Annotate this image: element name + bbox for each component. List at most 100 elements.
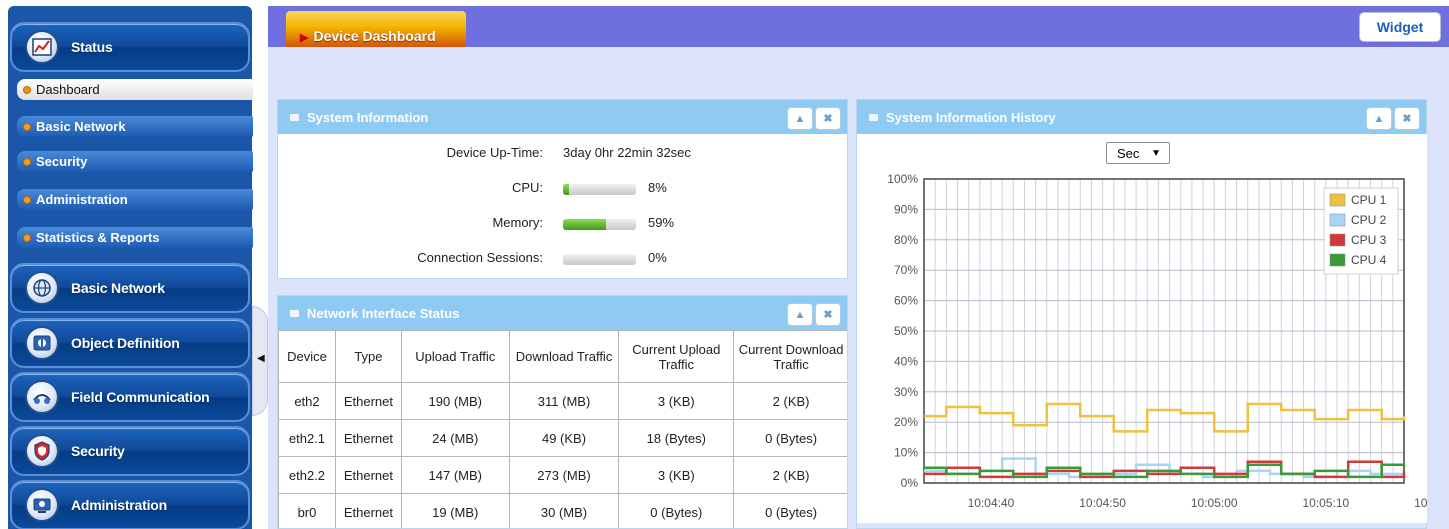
legend-label: CPU 4 <box>1351 253 1387 267</box>
table-cell: eth2.2 <box>278 456 336 494</box>
table-cell: Ethernet <box>334 456 402 494</box>
panel-title: Network Interface Status <box>307 305 460 321</box>
table-cell: 18 (Bytes) <box>618 419 735 457</box>
table-row: eth2 Ethernet 190 (MB) 311 (MB) 3 (KB) 2… <box>278 382 847 420</box>
network-interface-panel: Network Interface Status ▲ ✖ Device Type… <box>277 295 848 529</box>
table-cell: 0 (Bytes) <box>733 493 847 528</box>
sidebar-sub-dashboard[interactable]: Dashboard <box>17 79 253 100</box>
globe-icon <box>25 271 59 305</box>
legend-swatch <box>1329 213 1346 227</box>
tab-label: Device Dashboard <box>313 28 436 44</box>
collapse-panel-button[interactable]: ▲ <box>787 107 813 130</box>
y-tick-label: 90% <box>894 202 918 216</box>
column-header: Device <box>278 330 336 383</box>
sidebar-main-label: Security <box>71 443 125 459</box>
admin-icon <box>25 488 59 522</box>
y-tick-label: 10% <box>894 446 918 460</box>
y-tick-label: 60% <box>894 294 918 308</box>
sidebar: Status Dashboard Basic Network Security … <box>8 6 253 529</box>
x-tick-label: 10:05:20 <box>1414 496 1427 510</box>
column-header: Upload Traffic <box>400 330 510 383</box>
sidebar-status-button[interactable]: Status <box>10 22 250 72</box>
sidebar-main-label: Basic Network <box>71 280 165 296</box>
table-cell: 24 (MB) <box>400 419 510 457</box>
uptime-label: Device Up-Time: <box>446 145 543 160</box>
table-cell: Ethernet <box>334 382 402 420</box>
sidebar-sub-label: Administration <box>36 192 128 207</box>
sidebar-field-communication-button[interactable]: Field Communication <box>10 372 250 422</box>
sidebar-main-label: Administration <box>71 497 167 513</box>
table-cell: 3 (KB) <box>618 382 735 420</box>
sidebar-basic-network-button[interactable]: Basic Network <box>10 263 250 313</box>
sidebar-sub-label: Basic Network <box>36 119 126 134</box>
table-row: br0 Ethernet 19 (MB) 30 (MB) 0 (Bytes) 0… <box>278 493 847 528</box>
sidebar-sub-security[interactable]: Security <box>17 151 253 172</box>
sidebar-sub-label: Security <box>36 154 88 169</box>
table-cell: 49 (KB) <box>508 419 620 457</box>
cpu-percent: 8% <box>648 180 667 195</box>
panel-icon <box>290 309 299 317</box>
sidebar-sub-label: Statistics & Reports <box>36 230 160 245</box>
collapse-arrow-icon: ◀ <box>257 353 265 364</box>
legend-label: CPU 3 <box>1351 233 1387 247</box>
widget-button[interactable]: Widget <box>1359 12 1441 42</box>
sidebar-security-button[interactable]: Security <box>10 426 250 476</box>
sessions-row: Connection Sessions: 0% <box>278 250 848 270</box>
cpu-history-chart: 0% 10% 20% 30% 40% 50% 60% 70% 80% 90% 100% 10:04:4… <box>887 172 1427 510</box>
table-cell: 19 (MB) <box>400 493 510 528</box>
uptime-value: 3day 0hr 22min 32sec <box>563 145 691 160</box>
x-tick-label: 10:04:50 <box>1079 496 1126 510</box>
memory-progress-bar <box>563 219 636 230</box>
interval-select[interactable]: Sec ▼ <box>1106 142 1170 164</box>
sidebar-sub-administration[interactable]: Administration <box>17 189 253 210</box>
legend-swatch <box>1329 233 1346 247</box>
sidebar-main-label: Object Definition <box>71 335 180 351</box>
table-cell: 30 (MB) <box>508 493 620 528</box>
column-header: Current Upload Traffic <box>618 330 735 383</box>
y-tick-label: 40% <box>894 354 918 368</box>
table-cell: Ethernet <box>334 419 402 457</box>
collapse-panel-button[interactable]: ▲ <box>787 303 813 326</box>
table-cell: 147 (MB) <box>400 456 510 494</box>
table-cell: eth2.1 <box>278 419 336 457</box>
cpu-label: CPU: <box>511 180 543 195</box>
memory-label: Memory: <box>492 215 543 230</box>
table-cell: 0 (Bytes) <box>618 493 735 528</box>
close-panel-button[interactable]: ✖ <box>1394 107 1420 130</box>
legend-label: CPU 1 <box>1351 193 1387 207</box>
column-header: Download Traffic <box>508 330 620 383</box>
system-information-panel: System Information ▲ ✖ Device Up-Time: 3… <box>277 99 848 279</box>
table-cell: 273 (MB) <box>508 456 620 494</box>
y-tick-label: 80% <box>894 233 918 247</box>
collapse-panel-button[interactable]: ▲ <box>1366 107 1392 130</box>
legend-label: CPU 2 <box>1351 213 1387 227</box>
sidebar-administration-button[interactable]: Administration <box>10 480 250 529</box>
cpu-progress-bar <box>563 184 636 195</box>
sidebar-object-definition-button[interactable]: Object Definition <box>10 318 250 368</box>
close-panel-button[interactable]: ✖ <box>815 303 841 326</box>
sidebar-collapse-handle[interactable]: ◀ <box>252 306 268 416</box>
dropdown-arrow-icon: ▼ <box>1151 147 1161 159</box>
column-header: Type <box>334 330 402 383</box>
sessions-progress-bar <box>563 254 636 265</box>
field-communication-icon <box>25 380 59 414</box>
bullet-icon <box>23 85 31 94</box>
legend-swatch <box>1329 193 1346 207</box>
system-information-header: System Information <box>278 100 847 134</box>
panel-title: System Information <box>307 109 429 125</box>
table-cell: 0 (Bytes) <box>733 419 847 457</box>
y-tick-label: 20% <box>894 415 918 429</box>
close-panel-button[interactable]: ✖ <box>815 107 841 130</box>
top-bar: ▶ Device Dashboard Widget <box>268 6 1449 47</box>
sidebar-sub-statistics-reports[interactable]: Statistics & Reports <box>17 227 253 248</box>
chart-icon <box>25 30 59 64</box>
system-history-header: System Information History <box>857 100 1426 134</box>
tab-device-dashboard[interactable]: ▶ Device Dashboard <box>286 11 466 47</box>
memory-row: Memory: 59% <box>278 215 848 235</box>
table-cell: 3 (KB) <box>618 456 735 494</box>
x-tick-label: 10:05:00 <box>1191 496 1238 510</box>
memory-percent: 59% <box>648 215 675 230</box>
bullet-icon <box>23 157 31 166</box>
main-content: ▶ Device Dashboard Widget System Informa… <box>268 6 1449 529</box>
sidebar-sub-basic-network[interactable]: Basic Network <box>17 116 253 137</box>
